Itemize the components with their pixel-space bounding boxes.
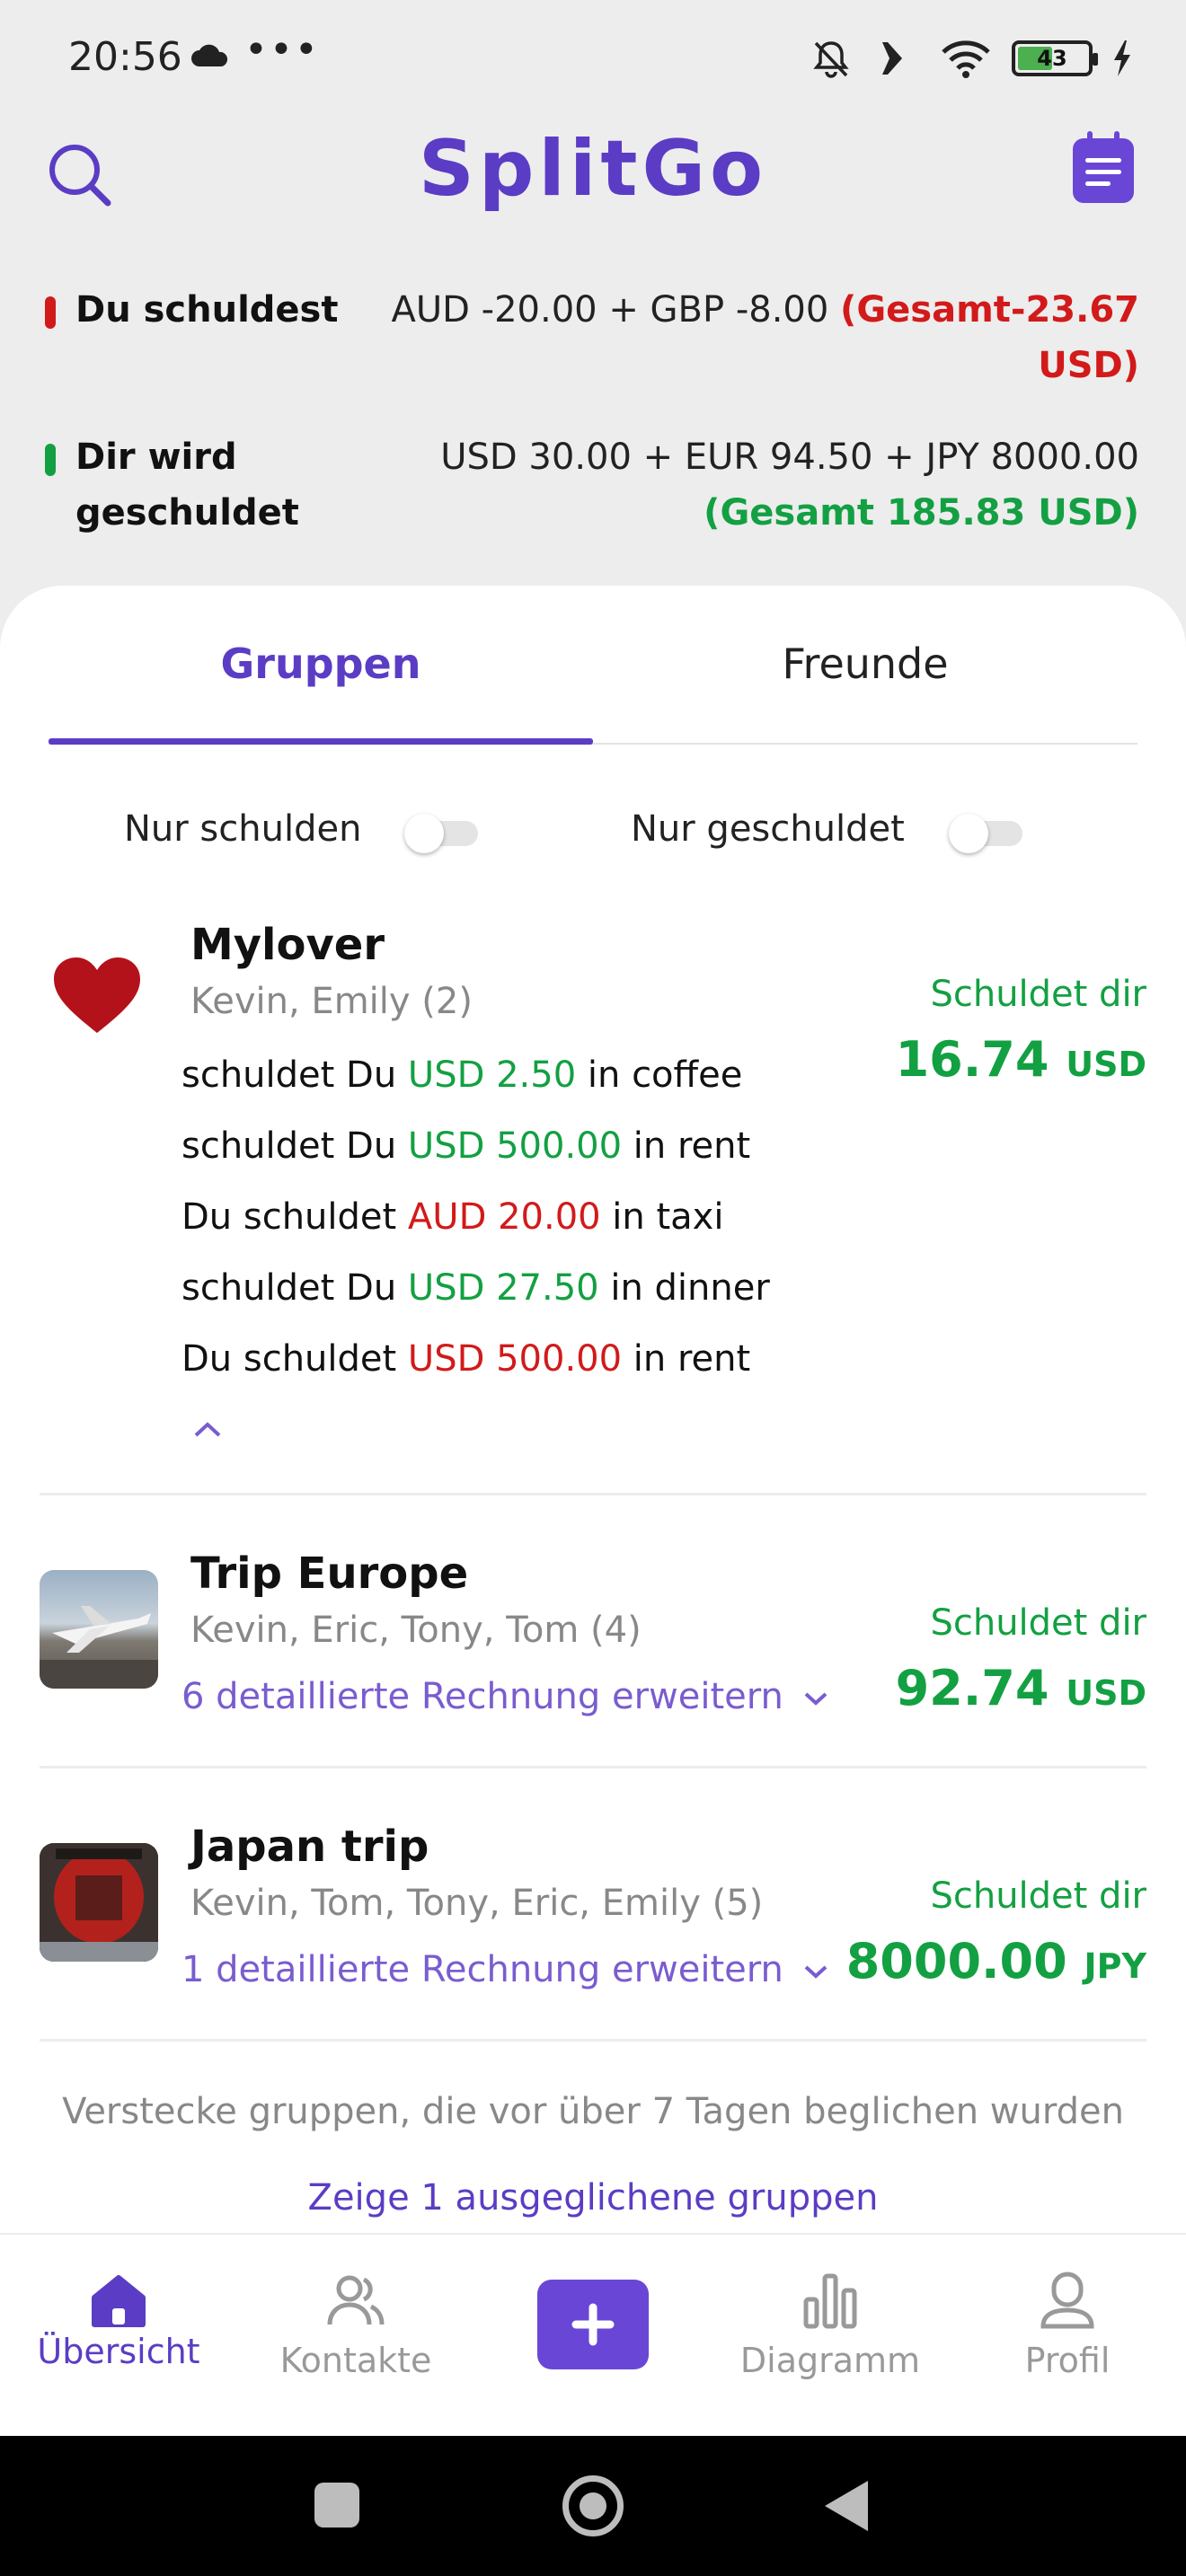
summary-owed-to-you: Dir wird geschuldet USD 30.00 + EUR 94.5…: [45, 429, 1139, 546]
group-thumbnail-lantern: [40, 1843, 158, 1962]
bill-line: Du schuldet AUD 20.00 in taxi: [181, 1196, 724, 1238]
expand-bills-link[interactable]: 6 detaillierte Rechnung erweitern: [181, 1676, 829, 1717]
filter-only-owe-label: Nur schulden: [124, 808, 362, 850]
contacts-icon: [327, 2275, 385, 2325]
tab-groups[interactable]: Gruppen: [49, 640, 593, 688]
group-name: Japan trip: [190, 1822, 429, 1872]
bill-line: schuldet Du USD 500.00 in rent: [181, 1125, 751, 1167]
bill-line: schuldet Du USD 27.50 in dinner: [181, 1267, 770, 1309]
add-icon: [571, 2303, 615, 2346]
back-button[interactable]: [825, 2481, 868, 2531]
owed-indicator: [45, 444, 56, 476]
summary-you-owe: Du schuldest AUD -20.00 + GBP -8.00 (Ges…: [45, 282, 1139, 399]
owes-you-label: Schuldet dir: [930, 1602, 1146, 1644]
group-divider: [40, 1493, 1146, 1495]
owed-amounts: USD 30.00 + EUR 94.50 + JPY 8000.00 (Ges…: [440, 437, 1139, 534]
groups-card: Gruppen Freunde Nur schulden Nur geschul…: [0, 586, 1186, 2238]
airplane-icon: [873, 42, 915, 75]
recent-apps-button[interactable]: [314, 2483, 359, 2527]
group-thumbnail-airplane: [40, 1570, 158, 1689]
nav-chart[interactable]: Diagramm: [712, 2235, 949, 2438]
heart-icon: [54, 957, 140, 1033]
group-members: Kevin, Eric, Tony, Tom (4): [190, 1610, 642, 1651]
expand-bills-link[interactable]: 1 detaillierte Rechnung erweitern: [181, 1949, 829, 1990]
owes-you-label: Schuldet dir: [930, 1875, 1146, 1917]
owes-you-amount: 16.74 USD: [895, 1031, 1146, 1088]
owes-you-amount: 8000.00 JPY: [845, 1933, 1146, 1989]
bottom-navigation: Übersicht Kontakte Diagramm Profil: [0, 2233, 1186, 2436]
status-more-dots: •••: [244, 27, 320, 73]
profile-icon: [1040, 2272, 1094, 2329]
group-divider: [40, 1766, 1146, 1769]
bill-line: schuldet Du USD 2.50 in coffee: [181, 1054, 743, 1096]
bill-line: Du schuldet USD 500.00 in rent: [181, 1338, 751, 1380]
charging-icon: [1114, 40, 1130, 76]
tab-friends[interactable]: Freunde: [593, 640, 1137, 688]
calendar-icon[interactable]: [1073, 131, 1134, 203]
hide-settled-hint: Verstecke gruppen, die vor über 7 Tagen …: [62, 2091, 1124, 2132]
nav-overview[interactable]: Übersicht: [0, 2235, 237, 2438]
nav-profile[interactable]: Profil: [949, 2235, 1186, 2438]
tab-active-indicator: [49, 738, 593, 745]
group-name: Mylover: [190, 920, 385, 970]
home-button[interactable]: [562, 2475, 624, 2536]
status-time: 20:56: [68, 34, 182, 80]
status-bar: 20:56 ••• 43: [0, 0, 1186, 117]
bar-chart-icon: [803, 2273, 857, 2329]
home-icon: [92, 2275, 146, 2327]
owes-you-amount: 92.74 USD: [895, 1660, 1146, 1716]
chevron-up-icon[interactable]: [192, 1419, 223, 1439]
filter-only-owed-label: Nur geschuldet: [631, 808, 905, 850]
group-divider: [40, 2039, 1146, 2042]
add-expense-button[interactable]: [537, 2280, 649, 2369]
owe-amounts: AUD -20.00 + GBP -8.00 (Gesamt-23.67 USD…: [391, 289, 1140, 386]
filter-only-owed-toggle[interactable]: [949, 814, 1022, 853]
group-name: Trip Europe: [190, 1548, 469, 1599]
nav-contacts[interactable]: Kontakte: [237, 2235, 474, 2438]
status-icons: 43: [810, 36, 1132, 81]
cloud-icon: [191, 44, 228, 66]
wifi-icon: [942, 40, 990, 78]
show-settled-groups-link[interactable]: Zeige 1 ausgeglichene gruppen: [0, 2177, 1186, 2219]
owed-label: Dir wird geschuldet: [75, 437, 299, 534]
group-members: Kevin, Emily (2): [190, 981, 473, 1022]
owes-you-label: Schuldet dir: [930, 974, 1146, 1015]
owe-label: Du schuldest: [75, 289, 339, 331]
owe-indicator: [45, 296, 56, 329]
filter-only-owe-toggle[interactable]: [404, 814, 478, 853]
mute-bell-icon: [813, 41, 849, 78]
system-navigation-bar: [0, 2436, 1186, 2576]
group-members: Kevin, Tom, Tony, Eric, Emily (5): [190, 1883, 764, 1924]
chevron-down-icon: [804, 1965, 827, 1979]
app-title: SplitGo: [418, 124, 768, 214]
chevron-down-icon: [804, 1692, 827, 1706]
battery-indicator: 43: [1012, 40, 1098, 76]
